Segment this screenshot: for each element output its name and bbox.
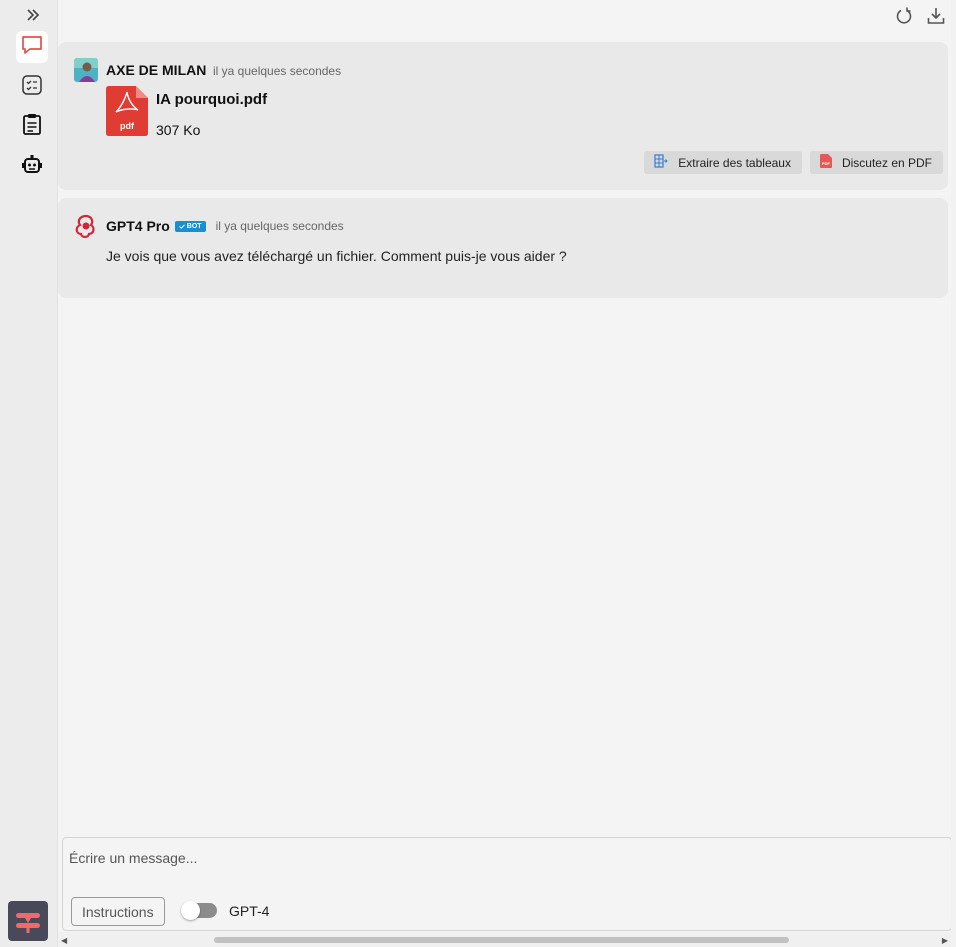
message-time: il ya quelques secondes [215, 219, 344, 233]
scrollbar-thumb[interactable] [214, 937, 789, 943]
model-toggle[interactable] [181, 901, 217, 920]
svg-text:PDF: PDF [822, 161, 831, 166]
message-author: GPT4 Pro [106, 218, 170, 234]
chat-pdf-button[interactable]: PDF Discutez en PDF [809, 151, 943, 174]
chat-bubble-icon [21, 35, 43, 60]
sidebar [0, 0, 58, 947]
file-name[interactable]: IA pourquoi.pdf [156, 91, 267, 108]
robot-icon [21, 154, 43, 179]
message-time: il ya quelques secondes [213, 64, 342, 78]
scroll-right-icon[interactable]: ▶ [942, 936, 948, 945]
message-input[interactable] [69, 850, 929, 866]
checklist-icon [21, 74, 43, 101]
table-extract-icon [654, 154, 668, 171]
sidebar-item-bots[interactable] [16, 150, 48, 182]
message-bot: GPT4 Pro BOT il ya quelques secondes Je … [58, 198, 948, 298]
chat-pdf-label: Discutez en PDF [841, 155, 932, 170]
avatar [74, 58, 98, 82]
sidebar-item-tasks[interactable] [16, 71, 48, 103]
check-icon [178, 223, 185, 229]
instructions-button[interactable]: Instructions [71, 897, 165, 926]
model-label: GPT-4 [229, 903, 270, 919]
chat-area: AXE DE MILAN il ya quelques secondes pdf… [58, 0, 956, 947]
toggle-knob [181, 901, 200, 920]
message-actions: Extraire des tableaux PDF Discutez en PD… [644, 151, 943, 174]
pdf-label: pdf [120, 121, 135, 131]
scroll-left-icon[interactable]: ◀ [61, 936, 67, 945]
sidebar-item-chat[interactable] [16, 31, 48, 63]
extract-tables-label: Extraire des tableaux [678, 155, 791, 170]
extract-tables-button[interactable]: Extraire des tableaux [644, 151, 802, 174]
vertical-scrollbar[interactable] [951, 0, 956, 947]
message-composer: Instructions GPT-4 [62, 837, 952, 931]
message-text: Je vois que vous avez téléchargé un fich… [106, 248, 567, 264]
sidebar-item-notes[interactable] [16, 110, 48, 142]
download-icon[interactable] [926, 6, 946, 26]
bot-avatar-icon [74, 214, 98, 238]
clipboard-icon [22, 113, 42, 140]
message-author-row: GPT4 Pro BOT il ya quelques secondes [106, 218, 344, 234]
chat-toolbar [894, 6, 946, 26]
file-size: 307 Ko [156, 122, 201, 138]
bot-badge: BOT [174, 220, 206, 232]
message-user: AXE DE MILAN il ya quelques secondes pdf… [58, 42, 948, 190]
horizontal-scrollbar[interactable]: ◀ ▶ [58, 932, 951, 947]
message-author: AXE DE MILAN [106, 62, 207, 78]
pdf-file-icon: pdf [106, 86, 148, 136]
double-chevron-right-icon[interactable] [24, 6, 42, 24]
refresh-icon[interactable] [894, 6, 914, 26]
app-logo-icon[interactable] [8, 901, 48, 941]
pdf-small-icon: PDF [819, 154, 832, 171]
